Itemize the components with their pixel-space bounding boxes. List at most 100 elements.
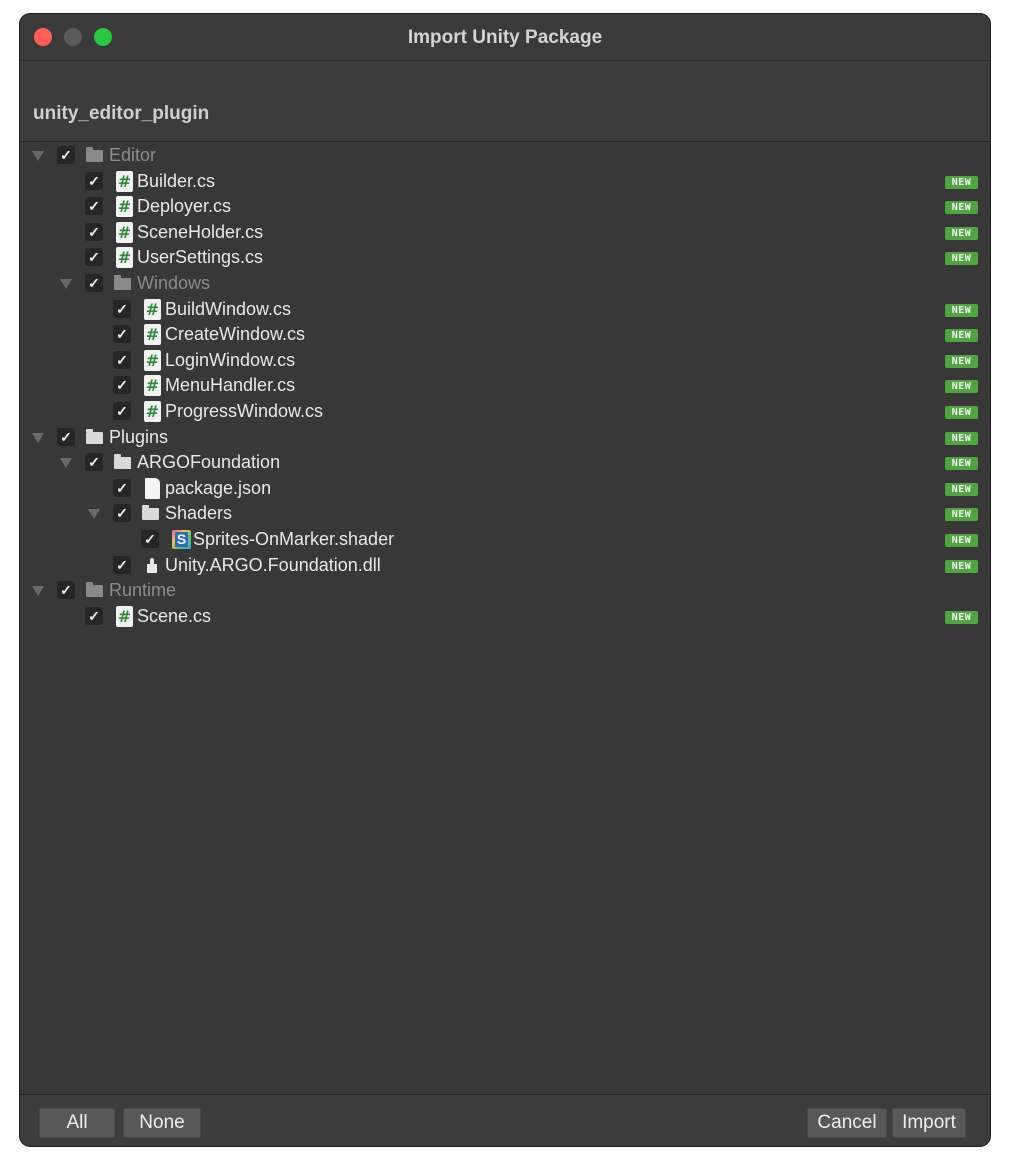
new-badge: NEW [945, 226, 978, 240]
tree-row[interactable]: ✓ Windows [20, 272, 990, 297]
tree-item-label: CreateWindow.cs [165, 324, 306, 345]
tree-row[interactable]: ✓ # MenuHandler.cs NEW [20, 374, 990, 399]
tree-item-label: Scene.cs [137, 605, 212, 626]
tree-row[interactable]: ✓ # LoginWindow.cs NEW [20, 349, 990, 374]
folder-icon [114, 275, 131, 290]
tree-item-label: Editor [109, 145, 157, 165]
new-badge: NEW [945, 610, 978, 624]
tree-item-label: ARGOFoundation [137, 452, 281, 473]
new-badge: NEW [945, 508, 978, 522]
expand-arrow-icon[interactable] [60, 279, 72, 289]
tree-row[interactable]: ✓ # UserSettings.cs NEW [20, 246, 990, 271]
include-checkbox[interactable]: ✓ [113, 325, 131, 344]
new-badge: NEW [945, 175, 978, 189]
window-title: Import Unity Package [407, 27, 603, 48]
new-badge: NEW [945, 406, 978, 419]
expand-arrow-icon[interactable] [32, 151, 44, 161]
tree-row[interactable]: ✓ # Deployer.cs NEW [20, 195, 990, 220]
import-button[interactable]: Import [892, 1108, 966, 1138]
expand-arrow-icon[interactable] [60, 458, 72, 469]
package-header: unity_editor_plugin [20, 61, 990, 142]
shader-icon: S [172, 530, 191, 549]
tree-row[interactable]: ✓ Shaders NEW [20, 502, 990, 527]
include-checkbox[interactable]: ✓ [141, 530, 159, 548]
include-checkbox[interactable]: ✓ [85, 453, 103, 472]
folder-icon [114, 454, 131, 470]
tree-row[interactable]: ✓ package.json NEW [20, 477, 990, 502]
tree-row[interactable]: ✓ Plugins NEW [20, 426, 990, 451]
include-checkbox[interactable]: ✓ [113, 478, 131, 497]
include-checkbox[interactable]: ✓ [113, 376, 131, 395]
tree-item-label: Sprites-OnMarker.shader [193, 529, 395, 549]
include-checkbox[interactable]: ✓ [57, 581, 75, 600]
new-badge: NEW [945, 201, 978, 215]
folder-icon [142, 505, 159, 521]
tree-row[interactable]: ✓ Editor [20, 144, 990, 169]
csharp-script-icon: # [144, 349, 161, 371]
new-badge: NEW [945, 380, 978, 394]
folder-icon [86, 147, 103, 162]
tree-row[interactable]: ✓ Unity.ARGO.Foundation.dll NEW [20, 554, 990, 579]
tree-row[interactable]: ✓ # CreateWindow.cs NEW [20, 323, 990, 348]
tree-row[interactable]: ✓ ARGOFoundation NEW [20, 451, 990, 476]
cancel-button[interactable]: Cancel [807, 1108, 887, 1138]
tree-row[interactable]: ✓ # Scene.cs NEW [20, 605, 990, 630]
package-name: unity_editor_plugin [33, 103, 210, 124]
include-checkbox[interactable]: ✓ [113, 299, 131, 318]
tree-item-label: LoginWindow.cs [165, 349, 296, 370]
include-checkbox[interactable]: ✓ [113, 350, 131, 369]
include-checkbox[interactable]: ✓ [113, 555, 131, 574]
include-checkbox[interactable]: ✓ [57, 146, 75, 164]
tree-row[interactable]: ✓ # SceneHolder.cs NEW [20, 221, 990, 246]
tree-item-label: SceneHolder.cs [137, 221, 264, 242]
new-badge: NEW [945, 252, 978, 266]
csharp-script-icon: # [116, 170, 133, 192]
include-checkbox[interactable]: ✓ [85, 606, 103, 625]
tree-row[interactable]: ✓ Runtime [20, 579, 990, 604]
new-badge: NEW [945, 559, 978, 573]
csharp-script-icon: # [116, 247, 133, 269]
expand-arrow-icon[interactable] [32, 432, 44, 443]
csharp-script-icon: # [144, 375, 161, 397]
tree-item-label: Deployer.cs [137, 196, 232, 217]
expand-arrow-icon[interactable] [88, 509, 100, 520]
new-badge: NEW [945, 431, 978, 445]
dialog-footer: All None Cancel Import [20, 1094, 990, 1146]
tree-item-label: MenuHandler.cs [165, 375, 296, 396]
tree-row[interactable]: ✓ # ProgressWindow.cs NEW [20, 400, 990, 425]
folder-icon [86, 428, 103, 444]
tree-item-label: package.json [165, 477, 272, 498]
new-badge: NEW [945, 354, 978, 368]
csharp-script-icon: # [144, 298, 161, 320]
tree-item-label: Runtime [109, 580, 177, 601]
tree-item-label: Windows [137, 273, 211, 293]
tree-item-label: BuildWindow.cs [165, 298, 292, 319]
select-all-button[interactable]: All [39, 1108, 115, 1138]
tree-item-label: Unity.ARGO.Foundation.dll [165, 554, 381, 575]
include-checkbox[interactable]: ✓ [85, 171, 103, 190]
select-none-button[interactable]: None [123, 1108, 201, 1138]
include-checkbox[interactable]: ✓ [85, 248, 103, 267]
include-checkbox[interactable]: ✓ [85, 274, 103, 292]
include-checkbox[interactable]: ✓ [85, 222, 103, 241]
tree-row[interactable]: ✓ # Builder.cs NEW [20, 170, 990, 195]
text-file-icon [145, 477, 160, 499]
new-badge: NEW [945, 457, 978, 471]
expand-arrow-icon[interactable] [32, 586, 44, 597]
include-checkbox[interactable]: ✓ [57, 427, 75, 446]
include-checkbox[interactable]: ✓ [113, 504, 131, 523]
tree-row[interactable]: ✓ S Sprites-OnMarker.shader NEW [20, 528, 990, 553]
import-package-window: Import Unity Package unity_editor_plugin… [20, 14, 990, 1146]
csharp-script-icon: # [116, 196, 133, 218]
new-badge: NEW [945, 534, 978, 547]
tree-item-label: ProgressWindow.cs [165, 401, 324, 421]
csharp-script-icon: # [116, 221, 133, 243]
include-checkbox[interactable]: ✓ [85, 197, 103, 216]
tree-row[interactable]: ✓ # BuildWindow.cs NEW [20, 298, 990, 323]
folder-icon [86, 582, 103, 598]
csharp-script-icon: # [116, 605, 133, 627]
new-badge: NEW [945, 303, 978, 317]
include-checkbox[interactable]: ✓ [113, 402, 131, 420]
tree-item-label: UserSettings.cs [137, 247, 264, 268]
tree-item-label: Shaders [165, 503, 233, 524]
